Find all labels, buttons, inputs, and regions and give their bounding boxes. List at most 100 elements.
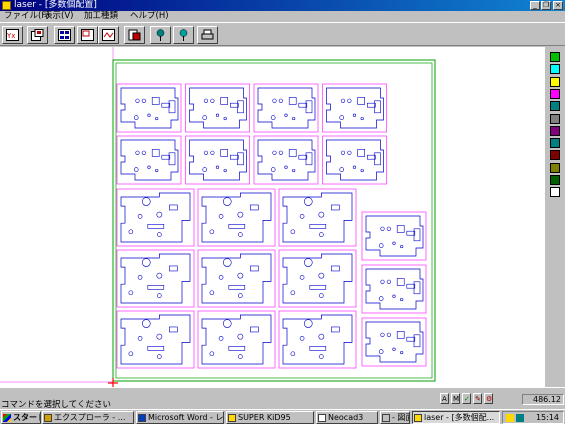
app-icon[interactable] — [2, 1, 11, 10]
task-label: SUPER KiD95 — [238, 413, 291, 422]
nested-part[interactable] — [361, 211, 427, 261]
color-swatch[interactable] — [550, 88, 560, 99]
nested-part[interactable] — [185, 83, 250, 133]
printer-icon — [201, 29, 214, 40]
windows-logo-icon — [3, 414, 11, 422]
menu-process-type[interactable]: 加工種類 — [84, 11, 118, 22]
task-app-icon — [44, 414, 52, 422]
nested-part[interactable] — [197, 188, 276, 247]
close-button[interactable]: × — [553, 1, 563, 10]
color-swatch[interactable] — [550, 125, 560, 136]
title-bar[interactable]: laser - [多数個配置] _ ❐ × — [0, 0, 565, 11]
color-palette — [545, 47, 565, 387]
status-settings-icon[interactable]: ⚙ — [484, 393, 493, 404]
color-swatch[interactable] — [550, 138, 560, 149]
task-app-icon — [318, 414, 326, 422]
nested-part[interactable] — [197, 249, 276, 308]
color-swatch[interactable] — [550, 76, 560, 87]
status-edit-icon[interactable]: ✎ — [473, 393, 482, 404]
menu-help[interactable]: ヘルプ(H) — [130, 11, 169, 22]
color-swatch[interactable] — [550, 150, 560, 161]
speaker-icon[interactable] — [506, 414, 514, 422]
system-tray: 15:14 — [502, 411, 564, 424]
taskbar-task-button[interactable]: エクスプローラ - ... — [42, 411, 134, 424]
clock: 15:14 — [535, 413, 559, 422]
nested-part[interactable] — [322, 83, 387, 133]
color-swatch[interactable] — [550, 113, 560, 124]
taskbar-task-button[interactable]: Microsoft Word - レ... — [136, 411, 224, 424]
color-swatch[interactable] — [550, 52, 560, 62]
yx-axis-icon: Yx — [6, 29, 19, 41]
command-bar: コマンドを選択してください A M ✓ ✎ ⚙ 486.12 — [0, 387, 565, 410]
pin-blue-button[interactable] — [150, 26, 171, 44]
paste-icon — [128, 29, 141, 41]
nested-part[interactable] — [361, 264, 427, 314]
task-label: Neocad3 — [328, 413, 364, 422]
coordinate-readout: 486.12 — [522, 394, 564, 405]
print-button[interactable] — [197, 26, 218, 44]
task-label: エクスプローラ - ... — [54, 413, 126, 422]
color-swatch[interactable] — [550, 175, 560, 185]
network-icon[interactable] — [516, 414, 524, 422]
restore-button[interactable]: ❐ — [541, 1, 551, 10]
minimize-button[interactable]: _ — [530, 1, 540, 10]
nested-part[interactable] — [116, 83, 182, 133]
taskbar-task-button[interactable]: SUPER KiD95 — [226, 411, 314, 424]
nested-part[interactable] — [116, 249, 195, 308]
status-a-icon[interactable]: A — [440, 393, 449, 404]
color-swatch[interactable] — [550, 64, 560, 75]
taskbar: スタート エクスプローラ - ... Microsoft Word - レ... S… — [0, 409, 565, 424]
menu-file[interactable]: ファイル(F) — [4, 11, 50, 22]
pin-icon — [179, 29, 188, 41]
task-app-icon — [228, 414, 236, 422]
menu-view[interactable]: 表示(V) — [44, 11, 73, 22]
layout-button[interactable] — [27, 26, 48, 44]
nesting-drawing — [0, 47, 436, 388]
nested-part[interactable] — [278, 310, 357, 369]
yx-button[interactable]: Yx — [2, 26, 23, 44]
nested-part[interactable] — [185, 135, 250, 185]
part-view-icon — [81, 29, 94, 41]
nested-part[interactable] — [116, 135, 182, 185]
taskbar-task-button[interactable]: Neocad3 — [316, 411, 378, 424]
nested-part[interactable] — [253, 83, 319, 133]
task-app-icon — [138, 414, 146, 422]
pin-icon — [156, 29, 165, 41]
start-label: スタート — [13, 413, 40, 422]
toolbar: Yx — [0, 22, 565, 46]
drawing-canvas[interactable] — [0, 47, 545, 388]
status-check-icon[interactable]: ✓ — [462, 393, 471, 404]
cut-path-icon — [102, 29, 115, 41]
task-label: laser - [多数個配... — [424, 413, 495, 422]
nested-part[interactable] — [278, 249, 357, 308]
layout-icon — [31, 29, 44, 41]
nested-part[interactable] — [361, 317, 427, 367]
origin-marker — [108, 378, 118, 388]
taskbar-task-button[interactable]: laser - [多数個配... — [412, 411, 500, 424]
grid-array-icon — [58, 29, 71, 41]
nested-parts — [116, 83, 427, 369]
svg-text:Yx: Yx — [6, 32, 15, 40]
nested-part[interactable] — [116, 310, 195, 369]
color-swatch[interactable] — [550, 162, 560, 173]
application-window: laser - [多数個配置] _ ❐ × ファイル(F) 表示(V) 加工種類… — [0, 0, 565, 424]
status-m-icon[interactable]: M — [451, 393, 460, 404]
nested-part[interactable] — [253, 135, 319, 185]
taskbar-task-button[interactable]: - 図面 — [380, 411, 410, 424]
pin-cyan-button[interactable] — [173, 26, 194, 44]
grid-array-button[interactable] — [54, 26, 75, 44]
sheet-outline-inner — [115, 62, 433, 379]
task-label: - 図面 — [392, 413, 409, 422]
nested-part[interactable] — [278, 188, 357, 247]
nested-part[interactable] — [116, 188, 195, 247]
task-label: Microsoft Word - レ... — [148, 413, 224, 422]
task-app-icon — [382, 414, 390, 422]
color-swatch[interactable] — [550, 101, 560, 112]
nested-part[interactable] — [322, 135, 387, 185]
nested-part[interactable] — [197, 310, 276, 369]
cut-path-button[interactable] — [98, 26, 119, 44]
part-view-button[interactable] — [77, 26, 98, 44]
color-swatch[interactable] — [550, 187, 560, 198]
paste-button[interactable] — [124, 26, 145, 44]
start-button[interactable]: スタート — [1, 411, 41, 424]
